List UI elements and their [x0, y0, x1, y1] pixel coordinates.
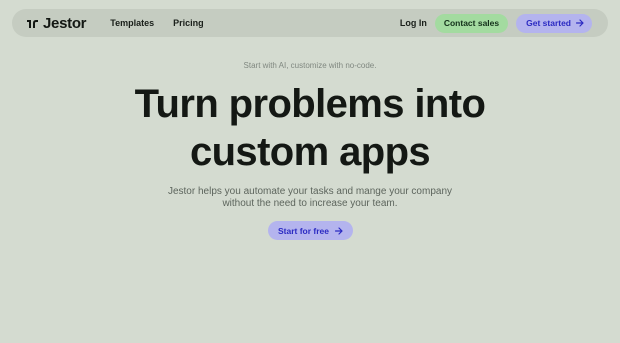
arrow-right-icon	[576, 19, 584, 27]
hero-tagline: Start with AI, customize with no-code.	[243, 61, 377, 70]
hero-subtitle: Jestor helps you automate your tasks and…	[0, 186, 620, 210]
brand-logo[interactable]: Jestor	[26, 14, 87, 32]
hero-headline-line-2: custom apps	[189, 130, 431, 174]
start-for-free-button[interactable]: Start for free	[268, 221, 353, 240]
get-started-label: Get started	[526, 18, 571, 28]
brand-name: Jestor	[43, 14, 87, 32]
nav-link-templates[interactable]: Templates	[110, 18, 154, 28]
hero-subtitle-line-1: Jestor helps you automate your tasks and…	[167, 186, 453, 197]
login-link[interactable]: Log In	[400, 18, 427, 28]
contact-sales-button[interactable]: Contact sales	[434, 13, 509, 33]
get-started-button[interactable]: Get started	[516, 13, 592, 33]
hero-headline: Turn problems into custom apps	[0, 80, 620, 176]
start-for-free-label: Start for free	[277, 225, 329, 236]
jestor-logo-icon	[27, 20, 38, 28]
top-navbar: Jestor Templates Pricing Log In Contact …	[12, 9, 608, 37]
nav-links: Templates Pricing	[110, 18, 203, 28]
page: Jestor Templates Pricing Log In Contact …	[0, 0, 620, 343]
arrow-right-icon	[335, 226, 343, 235]
nav-actions: Log In Contact sales Get started	[400, 13, 592, 33]
contact-sales-label: Contact sales	[443, 18, 500, 28]
hero-subtitle-line-2: without the need to increase your team.	[222, 198, 398, 209]
hero-headline-line-1: Turn problems into	[134, 82, 486, 126]
nav-link-pricing[interactable]: Pricing	[173, 18, 204, 28]
